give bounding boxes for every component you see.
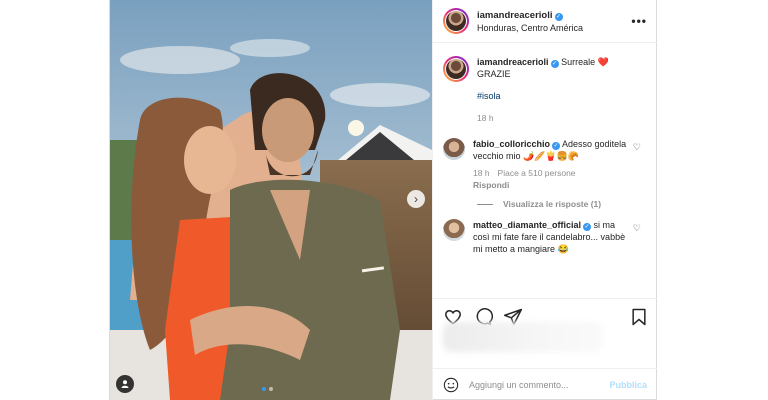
verified-badge-icon: ✓ bbox=[550, 60, 559, 68]
photo-illustration bbox=[110, 0, 432, 400]
heart-emoji: ❤️ bbox=[597, 57, 609, 67]
caption-text: Surreale bbox=[561, 57, 596, 67]
comment-meta: 18 h Piace a 510 persone bbox=[473, 167, 633, 179]
author-avatar[interactable] bbox=[443, 8, 469, 34]
page: › iamandreacerioli ✓ Honduras, Centro Am… bbox=[0, 0, 768, 400]
caption-line2: GRAZIE bbox=[477, 69, 511, 79]
verified-badge-icon: ✓ bbox=[552, 142, 561, 150]
comment-time: 18 h bbox=[473, 168, 490, 178]
bookmark-icon[interactable] bbox=[629, 307, 649, 327]
caption-author-avatar[interactable] bbox=[443, 56, 469, 82]
comment-username[interactable]: matteo_diamante_official bbox=[473, 220, 581, 230]
post-location[interactable]: Honduras, Centro América bbox=[477, 22, 583, 35]
comment-like-icon[interactable]: ♡ bbox=[633, 223, 641, 234]
carousel-indicator bbox=[262, 387, 273, 391]
next-photo-button[interactable]: › bbox=[407, 190, 425, 208]
carousel-dot-active bbox=[262, 387, 266, 391]
instagram-post: › iamandreacerioli ✓ Honduras, Centro Am… bbox=[109, 0, 657, 400]
verified-badge-icon: ✓ bbox=[554, 13, 563, 21]
smiley-icon[interactable] bbox=[443, 377, 459, 393]
comment-username[interactable]: fabio_colloricchio bbox=[473, 139, 550, 149]
tagged-users-button[interactable] bbox=[116, 375, 134, 393]
view-replies[interactable]: Visualizza le risposte (1) bbox=[477, 199, 647, 209]
comment-item: fabio_colloricchio ✓ Adesso goditela vecc… bbox=[443, 138, 647, 191]
caption-body: iamandreacerioli ✓ Surreale ❤️ GRAZIE #is… bbox=[477, 56, 637, 124]
likes-blurred-region bbox=[443, 322, 603, 352]
comment-item: matteo_diamante_official ✓ si ma così mi … bbox=[443, 219, 647, 255]
verified-badge-icon: ✓ bbox=[583, 223, 592, 231]
comment-input[interactable] bbox=[469, 379, 599, 390]
commenter-avatar[interactable] bbox=[443, 219, 465, 241]
caption: iamandreacerioli ✓ Surreale ❤️ GRAZIE #is… bbox=[443, 56, 647, 124]
replies-divider bbox=[477, 203, 493, 205]
caption-username[interactable]: iamandreacerioli bbox=[477, 57, 549, 67]
post-sidebar: iamandreacerioli ✓ Honduras, Centro Améri… bbox=[432, 0, 657, 400]
caption-time: 18 h bbox=[477, 113, 494, 123]
more-options-icon[interactable]: ••• bbox=[631, 14, 647, 28]
user-icon bbox=[121, 380, 129, 388]
reply-button[interactable]: Rispondi bbox=[473, 180, 509, 190]
carousel-dot bbox=[269, 387, 273, 391]
add-comment-bar: Pubblica bbox=[433, 368, 657, 400]
comments-list: iamandreacerioli ✓ Surreale ❤️ GRAZIE #is… bbox=[433, 44, 657, 298]
comment-like-icon[interactable]: ♡ bbox=[633, 142, 641, 153]
author-username[interactable]: iamandreacerioli bbox=[477, 10, 553, 21]
view-replies-label[interactable]: Visualizza le risposte (1) bbox=[503, 199, 601, 209]
comment-likes[interactable]: Piace a 510 persone bbox=[498, 168, 576, 178]
post-photo[interactable]: › bbox=[110, 0, 432, 400]
publish-button[interactable]: Pubblica bbox=[609, 380, 647, 390]
comment-body: matteo_diamante_official ✓ si ma così mi … bbox=[473, 219, 633, 255]
hashtag-link[interactable]: #isola bbox=[477, 91, 501, 101]
post-header-text: iamandreacerioli ✓ Honduras, Centro Améri… bbox=[477, 7, 583, 35]
commenter-avatar[interactable] bbox=[443, 138, 465, 160]
post-header: iamandreacerioli ✓ Honduras, Centro Améri… bbox=[433, 0, 657, 43]
comment-body: fabio_colloricchio ✓ Adesso goditela vecc… bbox=[473, 138, 633, 191]
